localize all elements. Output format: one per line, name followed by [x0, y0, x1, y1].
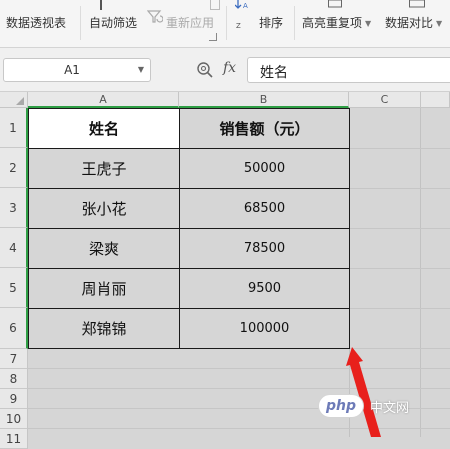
- row-header-8[interactable]: 8: [0, 369, 28, 389]
- formula-input[interactable]: 姓名: [247, 57, 450, 83]
- highlight-duplicates-label: 高亮重复项: [302, 16, 363, 30]
- row-header-7[interactable]: 7: [0, 349, 28, 369]
- svg-text:A: A: [243, 2, 248, 10]
- sort-icon: AZ: [235, 0, 251, 30]
- data-compare-icon: [409, 0, 425, 8]
- cell-b4[interactable]: 78500: [180, 229, 349, 269]
- filter-icon: [97, 0, 113, 10]
- ribbon-group-frame: [210, 0, 220, 10]
- cell-b6[interactable]: 100000: [180, 309, 349, 348]
- cell-a4[interactable]: 梁爽: [29, 229, 180, 269]
- cell-a2[interactable]: 王虎子: [29, 149, 180, 189]
- sort-label: 排序: [259, 16, 284, 30]
- row-header-3[interactable]: 3: [0, 188, 28, 228]
- cell-b5[interactable]: 9500: [180, 269, 349, 309]
- pivot-table-label: 数据透视表: [6, 16, 67, 30]
- column-header-b[interactable]: B: [179, 92, 349, 108]
- row-header-9[interactable]: 9: [0, 389, 28, 409]
- cell-a5[interactable]: 周肖丽: [29, 269, 180, 309]
- data-compare-label: 数据对比: [385, 16, 434, 30]
- chevron-down-icon: ▼: [365, 19, 372, 28]
- fx-icon[interactable]: fx: [223, 60, 236, 76]
- cell-b3[interactable]: 68500: [180, 189, 349, 229]
- reapply-button[interactable]: 重新应用: [147, 0, 214, 40]
- row-header-5[interactable]: 5: [0, 268, 28, 308]
- cell-b1[interactable]: 销售额（元）: [180, 109, 349, 149]
- row-header-11[interactable]: 11: [0, 429, 28, 449]
- row-header-10[interactable]: 10: [0, 409, 28, 429]
- chevron-down-icon: ▼: [436, 19, 443, 28]
- svg-text:Z: Z: [236, 22, 241, 30]
- name-box-value: A1: [64, 63, 80, 77]
- autofilter-label: 自动筛选: [89, 16, 138, 30]
- row-header-1[interactable]: 1: [0, 108, 28, 148]
- watermark: php 中文网: [318, 393, 409, 419]
- select-all-icon: [16, 97, 24, 105]
- gridline: [28, 388, 450, 389]
- cell-a6[interactable]: 郑锦锦: [29, 309, 180, 348]
- highlight-duplicates-button[interactable]: 高亮重复项 ▼: [302, 0, 371, 40]
- watermark-text: 中文网: [370, 400, 410, 416]
- sort-button[interactable]: AZ 排序: [235, 0, 283, 40]
- row-header-4[interactable]: 4: [0, 228, 28, 268]
- gridline: [28, 428, 450, 429]
- gridline: [28, 368, 450, 369]
- formula-bar: A1 ▼ fx 姓名: [0, 48, 450, 92]
- data-compare-button[interactable]: 数据对比 ▼: [385, 0, 442, 40]
- watermark-logo: php: [318, 394, 364, 418]
- ribbon-separator: [294, 6, 295, 40]
- column-header-c[interactable]: C: [349, 92, 421, 108]
- data-table: 姓名 销售额（元） 王虎子 50000 张小花 68500 梁爽 78500 周…: [28, 108, 350, 349]
- select-all-corner[interactable]: [0, 92, 28, 108]
- reapply-filter-icon: [147, 10, 163, 23]
- cell-a3[interactable]: 张小花: [29, 189, 180, 229]
- row-header-2[interactable]: 2: [0, 148, 28, 188]
- pivot-table-button[interactable]: 数据透视表: [6, 0, 66, 40]
- ribbon-separator: [80, 6, 81, 40]
- cell-a1[interactable]: 姓名: [29, 109, 180, 149]
- chevron-down-icon: ▼: [137, 65, 144, 74]
- highlight-duplicates-icon: [328, 0, 342, 8]
- ribbon-toolbar: 数据透视表 自动筛选 重新应用 AZ 排序 高亮重复项 ▼ 数据对比 ▼: [0, 0, 450, 48]
- reapply-label: 重新应用: [166, 16, 215, 30]
- zoom-icon[interactable]: [196, 61, 214, 79]
- autofilter-button[interactable]: 自动筛选: [89, 0, 137, 40]
- column-header-d[interactable]: [421, 92, 450, 108]
- ribbon-separator: [226, 6, 227, 40]
- dialog-launcher-icon[interactable]: [209, 33, 217, 41]
- row-header-6[interactable]: 6: [0, 308, 28, 349]
- name-box[interactable]: A1 ▼: [3, 58, 151, 82]
- column-header-a[interactable]: A: [28, 92, 179, 108]
- cell-b2[interactable]: 50000: [180, 149, 349, 189]
